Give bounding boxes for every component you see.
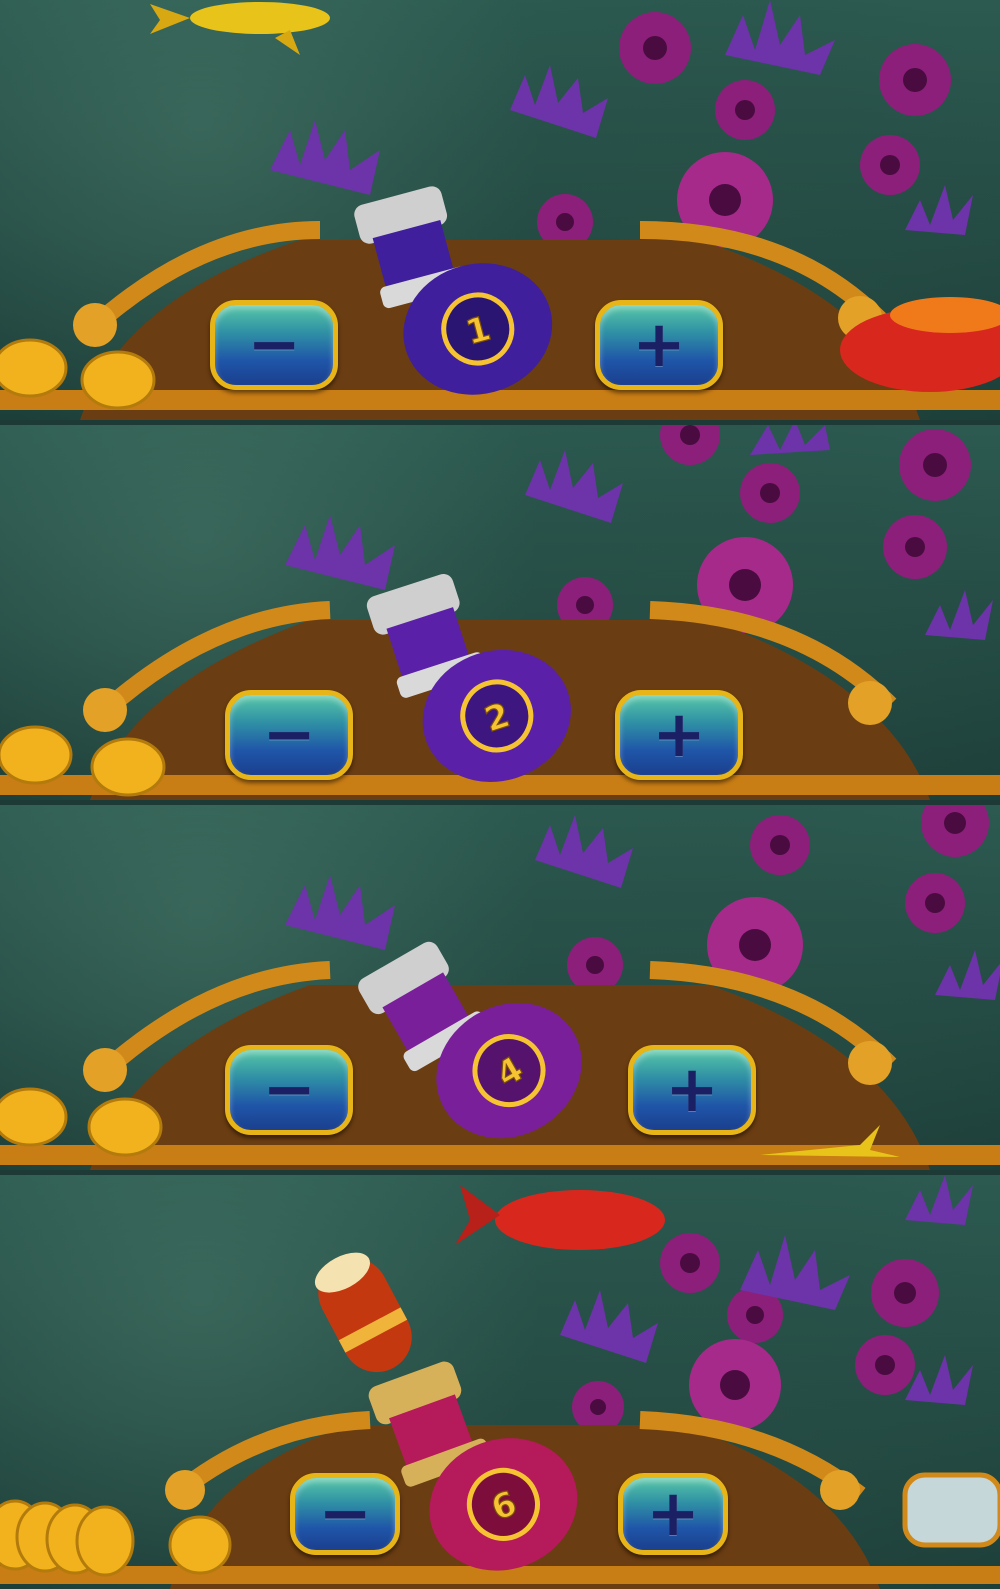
anemone-icon [557,425,971,633]
minus-icon: − [262,698,316,772]
side-slot-icon [902,1472,1000,1548]
anemone-icon [567,805,989,993]
red-fish-icon [455,1185,665,1250]
minus-icon: − [318,1477,372,1551]
cannon-upgrade-sequence: 1 − + 2 − + 4 − + 6 − + [0,0,1000,1589]
plus-icon: + [632,308,686,382]
game-panel-3: 4 − + [0,805,1000,1170]
yellow-fish-icon [150,2,330,55]
coin-stack-icon [0,1499,232,1577]
increase-bet-button[interactable]: + [628,1045,756,1135]
minus-icon: − [262,1053,316,1127]
minus-icon: − [247,308,301,382]
increase-bet-button[interactable]: + [595,300,723,390]
seabed-scene: 4 [0,805,1000,1170]
decrease-bet-button[interactable]: − [290,1473,400,1555]
seabed-scene: 1 [0,0,1000,420]
increase-bet-button[interactable]: + [615,690,743,780]
plus-icon: + [665,1053,719,1127]
decrease-bet-button[interactable]: − [225,690,353,780]
seabed-scene: 2 [0,425,1000,800]
seabed-scene: 6 [0,1175,1000,1589]
plus-icon: + [652,698,706,772]
bullet-icon [314,1252,412,1373]
game-panel-4: 6 − + [0,1175,1000,1589]
plus-icon: + [646,1477,700,1551]
decrease-bet-button[interactable]: − [210,300,338,390]
game-panel-2: 2 − + [0,425,1000,800]
increase-bet-button[interactable]: + [618,1473,728,1555]
game-panel-1: 1 − + [0,0,1000,420]
decrease-bet-button[interactable]: − [225,1045,353,1135]
